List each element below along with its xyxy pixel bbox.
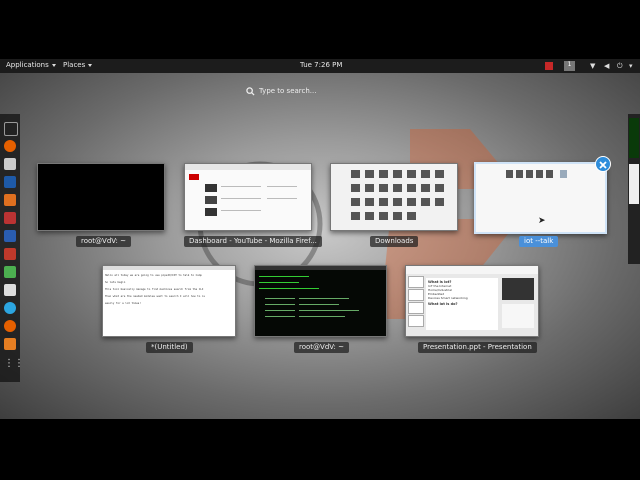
close-icon[interactable] <box>595 156 611 172</box>
firefox-icon[interactable] <box>4 140 16 152</box>
editor-line: This tool basically manage to find machi… <box>105 288 204 291</box>
editor-line: easily for a lot times! <box>105 302 141 305</box>
window-caption: Dashboard - YouTube - Mozilla Firef... <box>184 236 322 247</box>
window-caption: *(Untitled) <box>146 342 193 353</box>
window-thumbnail-text-editor[interactable]: Hello all today we are going to use pipe… <box>102 265 236 337</box>
network-icon[interactable]: ▼ <box>590 62 595 70</box>
window-caption: Presentation.ppt - Presentation <box>418 342 537 353</box>
window-thumbnail-terminal-2[interactable] <box>254 265 387 337</box>
power-icon[interactable]: ⏻ <box>617 62 623 71</box>
applications-menu[interactable]: Applications <box>6 61 56 69</box>
slide-canvas: What is iot? IoT the Internet Home/Indus… <box>426 278 498 330</box>
editor-line: Then what are the needed modules want to… <box>105 295 205 298</box>
activities-overview: Applications Places Tue 7:26 PM 1 ▼ ◀ ⏻ … <box>0 59 640 419</box>
editor-line: So lets begin <box>105 281 126 284</box>
mouse-cursor-icon: ➤ <box>538 216 546 226</box>
slide-heading-2: What iot is do? <box>428 302 458 306</box>
office-icon[interactable] <box>4 338 16 350</box>
places-menu[interactable]: Places <box>63 61 93 69</box>
search-input[interactable]: Type to search... <box>259 87 316 95</box>
window-thumbnail-iot[interactable]: ➤ <box>474 162 607 234</box>
workspace-preview[interactable] <box>628 114 640 264</box>
terminal-icon[interactable] <box>4 122 18 136</box>
chevron-down-icon[interactable]: ▾ <box>629 62 633 70</box>
search-field[interactable]: Type to search... <box>246 86 396 98</box>
slide-bullet: Devices Smart networking <box>428 296 468 300</box>
window-thumbnail-downloads[interactable] <box>330 163 458 231</box>
zap-icon[interactable] <box>4 248 16 260</box>
clock[interactable]: Tue 7:26 PM <box>300 61 342 69</box>
window-caption: root@VdV: ~ <box>76 236 131 247</box>
window-caption-active: iot --talk <box>519 236 559 247</box>
dash-dock: ⋮⋮ <box>0 114 24 382</box>
metasploit-icon[interactable] <box>4 176 16 188</box>
volume-icon[interactable]: ◀ <box>604 62 609 70</box>
workspace-indicator[interactable]: 1 <box>564 61 575 71</box>
search-icon <box>246 87 255 96</box>
maltego-icon[interactable] <box>4 230 16 242</box>
editor-line: Hello all today we are going to use pipe… <box>105 274 202 277</box>
window-thumbnail-firefox[interactable] <box>184 163 312 231</box>
keyboard-icon[interactable] <box>4 284 16 296</box>
record-indicator-icon[interactable] <box>545 62 553 70</box>
armitage-icon[interactable] <box>4 212 16 224</box>
telegram-icon[interactable] <box>4 302 16 314</box>
window-caption: root@VdV: ~ <box>294 342 349 353</box>
burp-icon[interactable] <box>4 194 16 206</box>
window-thumbnail-terminal-1[interactable] <box>37 163 165 231</box>
show-apps-icon[interactable]: ⋮⋮ <box>4 358 24 370</box>
firefox-alt-icon[interactable] <box>4 320 16 332</box>
files-icon[interactable] <box>4 158 16 170</box>
leafpad-icon[interactable] <box>4 266 16 278</box>
top-bar: Applications Places Tue 7:26 PM 1 ▼ ◀ ⏻ … <box>0 59 640 73</box>
window-caption: Downloads <box>370 236 419 247</box>
window-thumbnail-presentation[interactable]: What is iot? IoT the Internet Home/Indus… <box>405 265 539 337</box>
